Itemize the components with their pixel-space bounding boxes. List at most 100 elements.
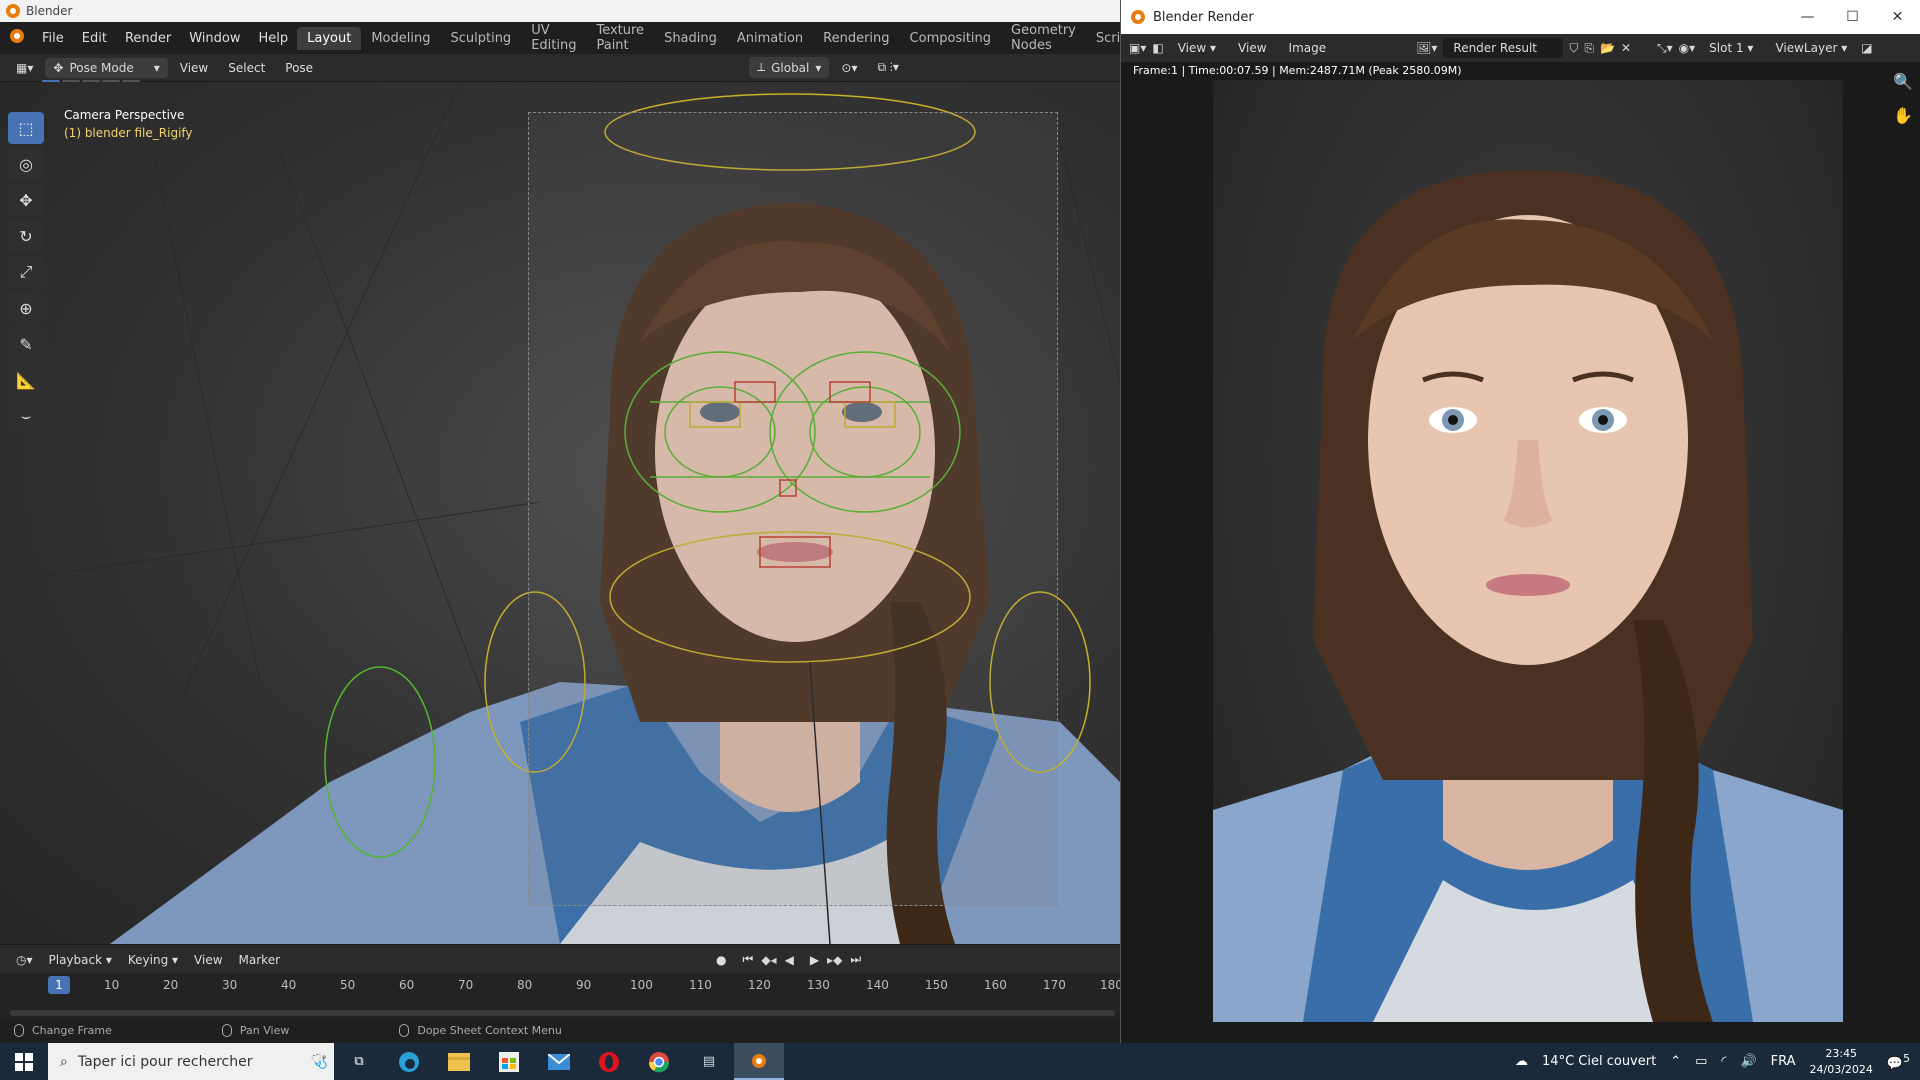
cursor-icon[interactable]: ◎ bbox=[8, 148, 44, 180]
jump-end-icon[interactable]: ⏭ bbox=[842, 949, 869, 970]
open-folder-icon[interactable]: 📂 bbox=[1600, 41, 1615, 55]
move-icon[interactable]: ✥ bbox=[8, 184, 44, 216]
snapping-icon[interactable]: ⧉ ⫶▾ bbox=[869, 57, 906, 78]
orientation-label: Global bbox=[771, 60, 810, 75]
menu-file[interactable]: File bbox=[33, 31, 73, 46]
mode-dropdown[interactable]: ✥ Pose Mode ▾ bbox=[45, 57, 168, 78]
pivot-point-icon[interactable]: ⊙▾ bbox=[833, 58, 865, 78]
timeline-scrollbar[interactable] bbox=[10, 1010, 1115, 1016]
blender-menu-icon[interactable] bbox=[0, 29, 33, 47]
chrome-icon[interactable] bbox=[634, 1043, 684, 1080]
display-channels-icon[interactable]: ◪ bbox=[1861, 41, 1872, 55]
relax-icon[interactable]: ⌣ bbox=[8, 400, 44, 432]
taskbar-search[interactable]: ⌕ Taper ici pour rechercher 🩺 bbox=[48, 1043, 334, 1080]
tab-animation[interactable]: Animation bbox=[727, 27, 813, 50]
language-indicator[interactable]: FRA bbox=[1771, 1054, 1796, 1069]
scale-icon[interactable]: ⤢ bbox=[8, 256, 44, 288]
view-dropdown-label: View bbox=[1177, 41, 1207, 55]
clock[interactable]: 23:45 24/03/2024 bbox=[1810, 1046, 1873, 1078]
measure-icon[interactable]: 📐 bbox=[8, 364, 44, 396]
tab-texture-paint[interactable]: Texture Paint bbox=[586, 19, 654, 57]
edge-icon[interactable] bbox=[384, 1043, 434, 1080]
menu-window[interactable]: Window bbox=[180, 31, 249, 46]
file-explorer-icon[interactable] bbox=[434, 1043, 484, 1080]
blender-logo-icon bbox=[6, 4, 20, 18]
tab-sculpting[interactable]: Sculpting bbox=[440, 27, 521, 50]
start-button[interactable] bbox=[0, 1043, 48, 1080]
transform-orientation-icon: ⟂ bbox=[757, 60, 766, 74]
3d-viewport[interactable] bbox=[0, 82, 1120, 944]
menu-help[interactable]: Help bbox=[250, 31, 298, 46]
playback-menu[interactable]: Playback ▾ bbox=[41, 950, 120, 970]
timeline-view-menu[interactable]: View bbox=[186, 950, 230, 970]
app-window-icon[interactable]: ▤ bbox=[684, 1043, 734, 1080]
weather-text[interactable]: 14°C Ciel couvert bbox=[1542, 1054, 1656, 1069]
view-menu[interactable]: View bbox=[172, 58, 216, 78]
pan-hand-icon[interactable]: ✋ bbox=[1892, 106, 1914, 128]
render-result-image[interactable] bbox=[1213, 80, 1843, 1022]
tab-shading[interactable]: Shading bbox=[654, 27, 727, 50]
next-keyframe-icon[interactable]: ▸◆ bbox=[827, 953, 842, 967]
view-menu[interactable]: View bbox=[1230, 38, 1274, 58]
notification-icon[interactable]: 💬5 bbox=[1887, 1052, 1910, 1071]
wifi-icon[interactable]: ◜ bbox=[1721, 1054, 1726, 1069]
store-icon[interactable] bbox=[484, 1043, 534, 1080]
mail-icon[interactable] bbox=[534, 1043, 584, 1080]
image-editor-header: ▣▾ ◧ View ▾ View Image 🖼▾ Render Result … bbox=[1121, 34, 1920, 62]
editor-type-icon[interactable]: ▣▾ bbox=[1129, 41, 1146, 55]
annotate-icon[interactable]: ✎ bbox=[8, 328, 44, 360]
volume-icon[interactable]: 🔊 bbox=[1740, 1054, 1756, 1069]
jump-start-icon[interactable]: ⏮ bbox=[735, 949, 762, 970]
zoom-icon[interactable]: 🔍 bbox=[1892, 72, 1914, 94]
frame-tick: 40 bbox=[281, 978, 297, 992]
slot-dropdown[interactable]: Slot 1 ▾ bbox=[1701, 38, 1761, 58]
marker-menu[interactable]: Marker bbox=[231, 950, 288, 970]
orientation-dropdown[interactable]: ⟂ Global ▾ bbox=[749, 57, 830, 78]
image-browse-icon[interactable]: 🖼▾ bbox=[1416, 41, 1437, 55]
tab-compositing[interactable]: Compositing bbox=[900, 27, 1002, 50]
weather-icon[interactable]: ☁ bbox=[1515, 1054, 1528, 1069]
tab-uv-editing[interactable]: UV Editing bbox=[521, 19, 586, 57]
prev-keyframe-icon[interactable]: ◆◂ bbox=[761, 953, 776, 967]
current-frame-indicator[interactable]: 1 bbox=[48, 976, 70, 994]
tab-geometry-nodes[interactable]: Geometry Nodes bbox=[1001, 19, 1086, 57]
fake-user-icon[interactable]: ⛉ bbox=[1569, 41, 1578, 56]
frame-tick: 70 bbox=[458, 978, 474, 992]
tab-layout[interactable]: Layout bbox=[297, 26, 362, 50]
minimize-icon[interactable]: — bbox=[1785, 0, 1830, 34]
pose-menu[interactable]: Pose bbox=[277, 58, 321, 78]
record-icon[interactable]: ● bbox=[708, 950, 734, 970]
opera-icon[interactable] bbox=[584, 1043, 634, 1080]
chevron-up-icon[interactable]: ⌃ bbox=[1670, 1054, 1681, 1069]
editor-type-icon[interactable]: ▦▾ bbox=[8, 58, 41, 78]
image-menu[interactable]: Image bbox=[1281, 38, 1335, 58]
unlink-icon[interactable]: ✕ bbox=[1621, 41, 1631, 55]
tab-modeling[interactable]: Modeling bbox=[361, 27, 440, 50]
layer-dropdown[interactable]: ViewLayer ▾ bbox=[1767, 38, 1855, 58]
menu-edit[interactable]: Edit bbox=[73, 31, 116, 46]
network-adapter-icon[interactable]: ▭ bbox=[1695, 1054, 1707, 1069]
task-view-icon[interactable]: ⧉ bbox=[334, 1043, 384, 1080]
menu-render[interactable]: Render bbox=[116, 31, 180, 46]
play-icon[interactable]: ▶ bbox=[802, 950, 827, 970]
window-controls: — ☐ ✕ bbox=[1785, 0, 1920, 34]
view-mode-icon[interactable]: ◧ bbox=[1152, 41, 1163, 55]
clock-icon[interactable]: ◷▾ bbox=[8, 950, 41, 970]
new-image-icon[interactable]: ⎘ bbox=[1584, 41, 1594, 56]
overlay-icon[interactable]: ◉▾ bbox=[1679, 41, 1696, 55]
maximize-icon[interactable]: ☐ bbox=[1830, 0, 1875, 34]
blender-logo-icon bbox=[1131, 10, 1145, 24]
select-box-icon[interactable]: ⬚ bbox=[8, 112, 44, 144]
tab-rendering[interactable]: Rendering bbox=[813, 27, 899, 50]
view-dropdown[interactable]: View ▾ bbox=[1170, 38, 1224, 58]
transform-icon[interactable]: ⊕ bbox=[8, 292, 44, 324]
blender-taskbar-icon[interactable] bbox=[734, 1043, 784, 1080]
image-name-field[interactable]: Render Result bbox=[1443, 38, 1564, 58]
close-icon[interactable]: ✕ bbox=[1875, 0, 1920, 34]
rotate-icon[interactable]: ↻ bbox=[8, 220, 44, 252]
layer-label: ViewLayer bbox=[1775, 41, 1838, 55]
select-menu[interactable]: Select bbox=[220, 58, 273, 78]
keying-menu[interactable]: Keying ▾ bbox=[120, 950, 186, 970]
sample-tool-icon[interactable]: ⤡▾ bbox=[1657, 41, 1673, 56]
play-reverse-icon[interactable]: ◀ bbox=[777, 950, 802, 970]
